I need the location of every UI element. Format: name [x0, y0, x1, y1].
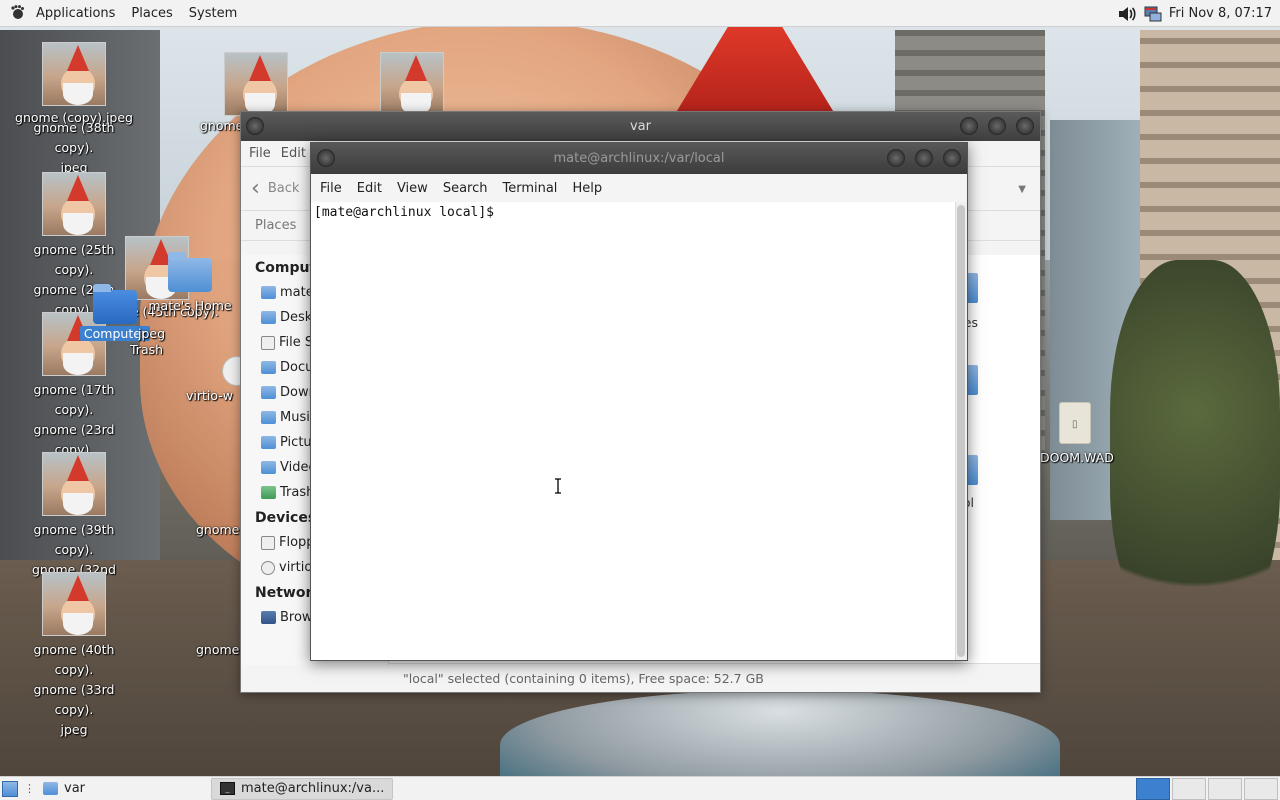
window-title: var	[629, 119, 651, 134]
desktop-icon-label: jpeg	[60, 722, 88, 737]
terminal-menubar: File Edit View Search Terminal Help	[311, 174, 967, 202]
back-button[interactable]: Back	[268, 181, 300, 196]
minimize-button[interactable]	[960, 117, 978, 135]
folder-icon	[43, 782, 58, 795]
window-menu-button[interactable]	[317, 149, 335, 167]
maximize-button[interactable]	[915, 149, 933, 167]
top-panel: Applications Places System Fri Nov 8, 07…	[0, 0, 1280, 27]
floppy-icon	[261, 535, 275, 550]
home-folder-icon	[168, 252, 212, 292]
menu-help[interactable]: Help	[572, 181, 611, 196]
terminal-titlebar[interactable]: mate@archlinux:/var/local	[311, 143, 967, 174]
desktop-icon-label: gnome (33rd copy).	[33, 682, 115, 717]
network-icon[interactable]	[1143, 5, 1163, 23]
panel-handle-icon[interactable]: ⋮	[24, 783, 35, 794]
workspace-3[interactable]	[1208, 778, 1242, 800]
menu-edit[interactable]: Edit	[357, 181, 391, 196]
wallpaper-tree	[1110, 260, 1280, 640]
menu-file[interactable]: File	[320, 181, 351, 196]
desktop-icon-label[interactable]: gnome	[196, 520, 239, 540]
taskbar-item-terminal[interactable]: _ mate@archlinux:/va...	[211, 777, 394, 800]
gnome-foot-icon[interactable]	[8, 4, 26, 22]
home-folder-icon	[261, 286, 276, 299]
image-thumbnail	[42, 452, 106, 516]
taskbar-item-label: mate@archlinux:/va...	[241, 781, 385, 796]
desktop-icon-gnome[interactable]	[352, 52, 472, 116]
system-menu[interactable]: System	[181, 0, 245, 27]
menu-terminal[interactable]: Terminal	[502, 181, 566, 196]
terminal-window[interactable]: mate@archlinux:/var/local File Edit View…	[310, 142, 968, 661]
desktop-icon-gnome[interactable]: gnome (copy).jpeg gnome (38th copy). jpe…	[14, 42, 134, 178]
image-thumbnail	[42, 572, 106, 636]
close-button[interactable]	[943, 149, 961, 167]
sidebar-item-label: mate	[280, 285, 314, 300]
documents-folder-icon	[261, 361, 276, 374]
close-button[interactable]	[1016, 117, 1034, 135]
window-title: mate@archlinux:/var/local	[553, 151, 725, 166]
desktop-folder-icon	[261, 311, 276, 324]
menu-file[interactable]: File	[249, 146, 271, 161]
menu-search[interactable]: Search	[443, 181, 497, 196]
drive-icon	[261, 335, 275, 350]
bottom-panel: ⋮ var _ mate@archlinux:/va...	[0, 776, 1280, 800]
workspace-4[interactable]	[1244, 778, 1278, 800]
desktop-icon-label: gnome (17th copy).	[33, 382, 115, 417]
desktop-icon-label: gnome (39th copy).	[33, 522, 115, 557]
location-dropdown-chevron-icon[interactable]: ▼	[1018, 184, 1026, 195]
minimize-button[interactable]	[887, 149, 905, 167]
terminal-output[interactable]: [mate@archlinux local]$	[311, 202, 955, 660]
downloads-folder-icon	[261, 386, 276, 399]
applications-menu[interactable]: Applications	[28, 0, 123, 27]
volume-icon[interactable]	[1117, 5, 1137, 23]
terminal-icon: _	[220, 782, 236, 795]
panel-tray: Fri Nov 8, 07:17	[1117, 0, 1272, 27]
terminal-scrollbar-thumb[interactable]	[957, 205, 965, 657]
status-bar: "local" selected (containing 0 items), F…	[389, 663, 1040, 692]
taskbar-item-label: var	[64, 781, 86, 796]
desktop-icon-label: DOOM.WAD	[1040, 450, 1114, 465]
maximize-button[interactable]	[988, 117, 1006, 135]
clock[interactable]: Fri Nov 8, 07:17	[1169, 6, 1272, 21]
menu-edit[interactable]: Edit	[281, 146, 306, 161]
desktop-icon-gnome[interactable]: gnome (40th copy). gnome (33rd copy). jp…	[14, 572, 134, 740]
window-menu-button[interactable]	[246, 117, 264, 135]
file-manager-titlebar[interactable]: var	[241, 112, 1040, 141]
network-icon	[261, 611, 276, 624]
workspace-switcher	[1134, 777, 1278, 800]
desktop-icon-doom-wad[interactable]: ▯ DOOM.WAD	[1040, 402, 1114, 468]
videos-folder-icon	[261, 461, 276, 474]
cdrom-icon	[261, 560, 275, 575]
back-arrow-icon[interactable]: ‹	[251, 176, 260, 201]
pictures-folder-icon	[261, 436, 276, 449]
desktop-icon-label: gnome (40th copy).	[33, 642, 115, 677]
places-menu[interactable]: Places	[123, 0, 180, 27]
file-icon: ▯	[1059, 402, 1091, 444]
ibeam-cursor-icon	[555, 478, 561, 494]
shell-prompt: [mate@archlinux local]$	[314, 205, 495, 220]
taskbar-item-var[interactable]: var	[35, 778, 93, 800]
image-thumbnail	[42, 172, 106, 236]
menu-view[interactable]: View	[397, 181, 437, 196]
music-folder-icon	[261, 411, 276, 424]
image-thumbnail	[380, 52, 444, 116]
computer-icon	[93, 284, 137, 324]
show-desktop-icon[interactable]	[2, 780, 18, 797]
image-thumbnail	[224, 52, 288, 116]
trash-icon	[261, 486, 276, 499]
image-thumbnail	[42, 42, 106, 106]
desktop-icon-label[interactable]: gnome	[196, 640, 239, 660]
desktop-icon-trash-label[interactable]: Trash	[130, 340, 163, 360]
workspace-1[interactable]	[1136, 778, 1170, 800]
workspace-2[interactable]	[1172, 778, 1206, 800]
